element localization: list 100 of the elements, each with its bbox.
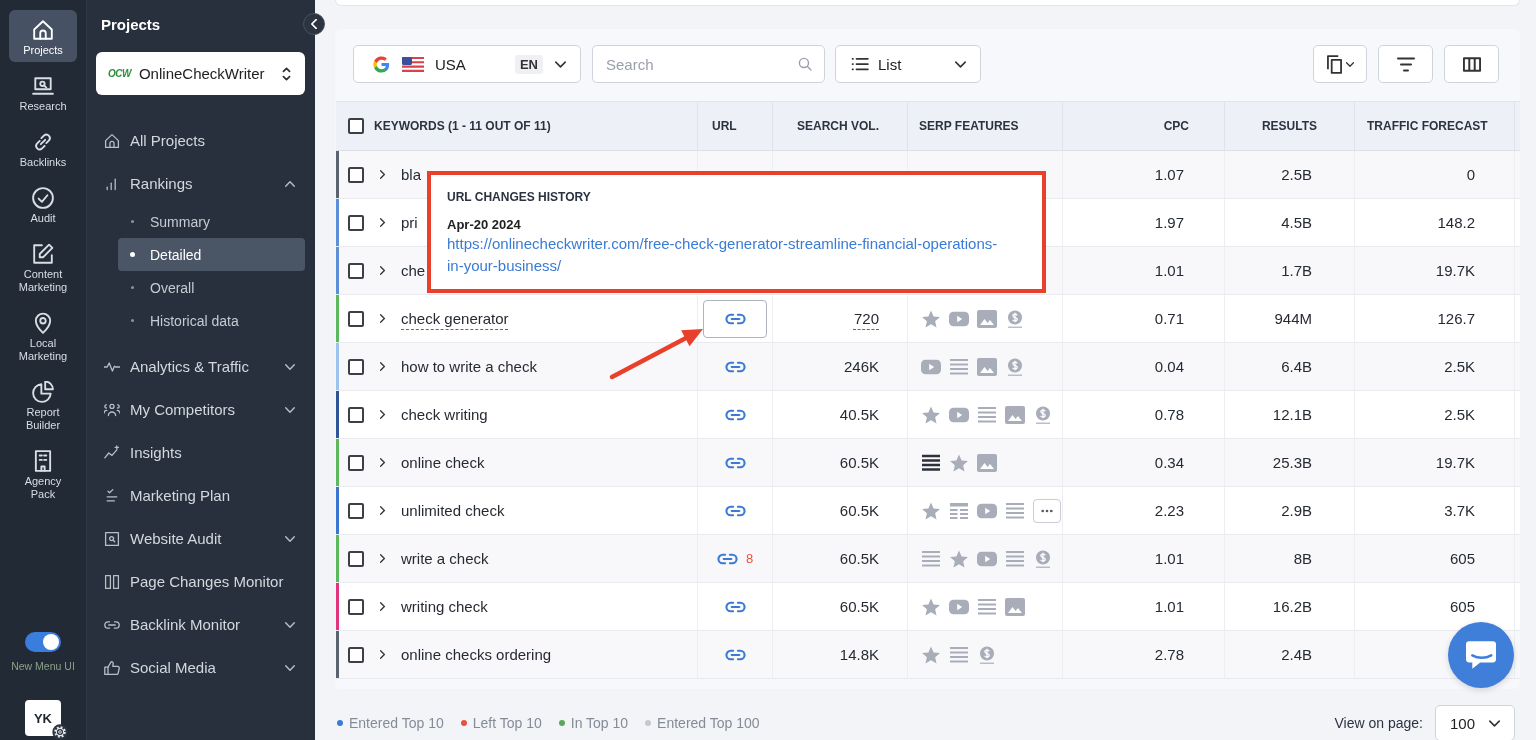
chevron-right-icon[interactable]: [380, 218, 385, 227]
results-count: 1.7B: [1281, 262, 1312, 279]
link-icon[interactable]: [724, 408, 746, 421]
column-header[interactable]: SEARCH VOL.: [772, 102, 907, 150]
caret-icon: [1345, 61, 1354, 67]
page-size-select[interactable]: 100: [1435, 705, 1515, 740]
trend-sparkle-icon: [104, 444, 120, 461]
chevron-right-icon[interactable]: [380, 506, 385, 515]
chevron-right-icon[interactable]: [380, 362, 385, 371]
history-url-link[interactable]: https://onlinecheckwriter.com/free-check-generator-streamline-financial-operations-in-your-business/: [447, 233, 1007, 277]
checklist-icon: [104, 487, 120, 504]
chevron-left-icon: [311, 19, 317, 29]
rail-nav-item[interactable]: Backlinks: [9, 122, 77, 174]
chevron-down-icon: [285, 363, 295, 370]
sidebar-item[interactable]: Social Media: [87, 646, 315, 689]
link-icon[interactable]: [724, 648, 746, 661]
checkbox[interactable]: [348, 358, 364, 375]
chevron-down-icon: [555, 60, 566, 68]
sidebar-subitem[interactable]: Historical data: [118, 304, 305, 337]
link-icon[interactable]: [724, 456, 746, 469]
project-selector[interactable]: OCW OnlineCheckWriter: [96, 52, 305, 95]
people-icon: [104, 401, 120, 418]
results-count: 4.5B: [1281, 214, 1312, 231]
sidebar-subitem[interactable]: Detailed: [118, 238, 305, 271]
link-icon[interactable]: [716, 552, 738, 565]
link-icon[interactable]: [724, 504, 746, 517]
column-header[interactable]: RESULTS: [1224, 102, 1354, 150]
chevron-right-icon[interactable]: [380, 170, 385, 179]
copy-button[interactable]: [1313, 45, 1367, 83]
checkbox[interactable]: [348, 214, 364, 231]
search-volume: 60.5K: [839, 550, 879, 567]
sidebar-item[interactable]: Insights: [87, 431, 315, 474]
rail-nav-item[interactable]: Local Marketing: [9, 303, 77, 368]
chevron-right-icon[interactable]: [380, 266, 385, 275]
filter-button[interactable]: [1378, 45, 1433, 83]
chevron-right-icon[interactable]: [380, 602, 385, 611]
column-header[interactable]: URL: [697, 102, 772, 150]
chevron-right-icon[interactable]: [380, 314, 385, 323]
column-header[interactable]: KEYWORDS (1 - 11 OUT OF 11): [374, 119, 551, 133]
results-count: 6.4B: [1281, 358, 1312, 375]
column-header[interactable]: CPC: [1062, 102, 1224, 150]
column-header[interactable]: TRAFFIC FORECAST: [1354, 102, 1514, 150]
checkbox[interactable]: [348, 454, 364, 471]
chain-link-icon: [32, 131, 54, 153]
sidebar-item[interactable]: Analytics & Traffic: [87, 345, 315, 388]
sidebar-item[interactable]: Website Audit: [87, 517, 315, 560]
rail-nav-item[interactable]: Report Builder: [9, 372, 77, 437]
rail-nav-item[interactable]: Audit: [9, 178, 77, 230]
thumbs-up-icon: [104, 659, 120, 676]
pie-chart-icon: [32, 381, 54, 403]
search-volume: 40.5K: [839, 406, 879, 423]
checkbox[interactable]: [348, 406, 364, 423]
legend-label: Entered Top 100: [657, 715, 760, 731]
columns-button[interactable]: [1444, 45, 1499, 83]
up-down-chevron-icon: [282, 66, 291, 81]
checkbox[interactable]: [348, 262, 364, 279]
sidebar-item[interactable]: All Projects: [87, 119, 315, 162]
view-dropdown[interactable]: List: [835, 45, 981, 83]
checkbox[interactable]: [348, 118, 364, 134]
search-field[interactable]: Search: [592, 45, 825, 83]
checkbox[interactable]: [348, 646, 364, 663]
rail-nav-item[interactable]: Agency Pack: [9, 441, 77, 506]
collapse-button[interactable]: [303, 13, 325, 35]
chevron-down-icon: [285, 664, 295, 671]
keyword: online checks ordering: [401, 646, 552, 663]
checkbox[interactable]: [348, 166, 364, 183]
checkbox[interactable]: [348, 310, 364, 327]
link-icon[interactable]: [724, 360, 746, 373]
rail-nav-item[interactable]: Research: [9, 66, 77, 118]
sidebar-subitem[interactable]: Overall: [118, 271, 305, 304]
chevron-right-icon[interactable]: [380, 410, 385, 419]
cpc-value: 0.78: [1154, 406, 1184, 423]
checkbox[interactable]: [348, 550, 364, 567]
chevron-right-icon[interactable]: [380, 554, 385, 563]
search-icon: [798, 57, 812, 71]
sidebar-item[interactable]: Page Changes Monitor: [87, 560, 315, 603]
search-engine-selector[interactable]: USA EN: [353, 45, 581, 83]
rail-nav-item[interactable]: Projects: [9, 10, 77, 62]
checkbox[interactable]: [348, 502, 364, 519]
sidebar-item[interactable]: Backlink Monitor: [87, 603, 315, 646]
cpc-value: 1.07: [1154, 166, 1184, 183]
sidebar-item[interactable]: Marketing Plan: [87, 474, 315, 517]
sidebar-item[interactable]: My Competitors: [87, 388, 315, 431]
user-avatar[interactable]: YK: [25, 700, 61, 736]
checkbox[interactable]: [348, 598, 364, 615]
link-icon[interactable]: [724, 600, 746, 613]
results-count: 2.9B: [1281, 502, 1312, 519]
traffic-forecast: 3.7K: [1444, 502, 1475, 519]
sidebar-subitem[interactable]: Summary: [118, 205, 305, 238]
url-button[interactable]: [703, 299, 767, 338]
search-volume: 246K: [843, 358, 879, 375]
google-logo-icon: [373, 55, 390, 73]
sidebar-item[interactable]: Rankings: [87, 162, 315, 205]
toggle-switch[interactable]: [25, 632, 61, 652]
settings-icon[interactable]: [52, 724, 68, 740]
column-header[interactable]: SERP FEATURES: [907, 102, 1062, 150]
building-icon: [32, 450, 54, 472]
chevron-right-icon[interactable]: [380, 650, 385, 659]
rail-nav-item[interactable]: Content Marketing: [9, 234, 77, 299]
chevron-right-icon[interactable]: [380, 458, 385, 467]
